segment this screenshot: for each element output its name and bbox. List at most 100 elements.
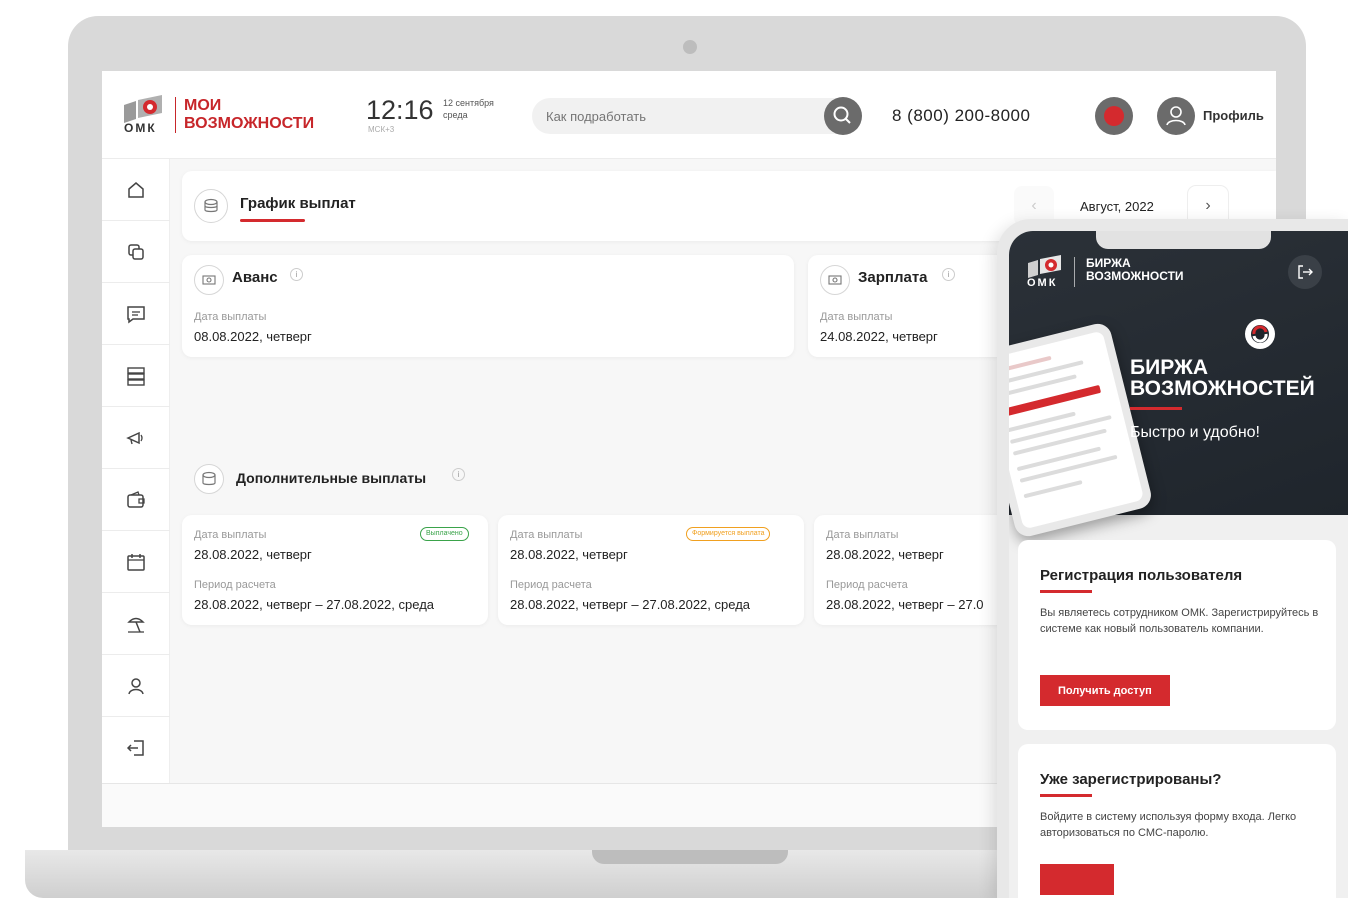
clock-timezone: МСК+3 xyxy=(368,125,395,134)
calendar-icon xyxy=(127,553,145,571)
login-card: Уже зарегистрированы? Войдите в систему … xyxy=(1018,744,1336,898)
extra-2-period-label: Период расчета xyxy=(510,579,592,591)
login-button[interactable] xyxy=(1040,864,1114,895)
clock-date-weekday: среда xyxy=(443,110,468,120)
extra-title: Дополнительные выплаты xyxy=(236,470,427,486)
alert-icon xyxy=(1104,106,1124,126)
sos-button[interactable] xyxy=(1095,97,1133,135)
schedule-title-underline xyxy=(240,219,305,222)
clock-date-day: 12 сентября xyxy=(443,98,494,108)
home-icon xyxy=(128,181,144,198)
phone-brand-line-2: ВОЗМОЖНОСТИ xyxy=(1086,269,1184,283)
omk-label: ОМК xyxy=(124,121,157,135)
salary-date-value: 24.08.2022, четверг xyxy=(820,329,938,344)
extra-3-date-label: Дата выплаты xyxy=(826,529,899,541)
registration-title: Регистрация пользователя xyxy=(1040,567,1243,584)
status-badge-paid: Выплачено xyxy=(420,527,469,541)
extra-icon-wrap xyxy=(194,464,224,494)
extra-3-period-value: 28.08.2022, четверг – 27.0 xyxy=(826,597,984,612)
user-avatar-icon xyxy=(1166,106,1186,126)
search-button[interactable] xyxy=(824,97,862,135)
laptop-camera xyxy=(683,40,697,54)
brand-title[interactable]: МОИ ВОЗМОЖНОСТИ xyxy=(184,97,314,133)
brand-line-1: МОИ xyxy=(184,97,222,114)
login-title: Уже зарегистрированы? xyxy=(1040,771,1222,788)
sidebar-item-logout[interactable] xyxy=(102,717,170,779)
advance-date-label: Дата выплаты xyxy=(194,311,267,323)
sidebar-item-vacation[interactable] xyxy=(102,593,170,655)
sidebar-item-list[interactable] xyxy=(102,345,170,407)
search-icon xyxy=(833,106,851,124)
money-stack-icon xyxy=(204,198,218,213)
sidebar-item-profile[interactable] xyxy=(102,655,170,717)
sidebar-item-wallet[interactable] xyxy=(102,469,170,531)
extra-2-period-value: 28.08.2022, четверг – 27.08.2022, среда xyxy=(510,597,751,612)
search-input[interactable] xyxy=(546,98,816,134)
copy-icon xyxy=(128,243,144,260)
extra-payment-card-2[interactable]: Дата выплаты Формируется выплата 28.08.2… xyxy=(498,515,804,625)
sidebar-item-news[interactable] xyxy=(102,407,170,469)
extra-3-period-label: Период расчета xyxy=(826,579,908,591)
registration-card: Регистрация пользователя Вы являетесь со… xyxy=(1018,540,1336,730)
sidebar xyxy=(102,159,170,783)
registration-underline xyxy=(1040,590,1092,593)
phone-logo-divider xyxy=(1074,257,1075,287)
salary-info-icon[interactable]: i xyxy=(942,268,955,281)
advance-icon-wrap xyxy=(194,265,224,295)
extra-3-date-value: 28.08.2022, четверг xyxy=(826,547,944,562)
phone-brand: БИРЖА ВОЗМОЖНОСТИ xyxy=(1086,257,1184,283)
search-bar xyxy=(532,97,862,135)
get-access-button[interactable]: Получить доступ xyxy=(1040,675,1170,706)
chat-icon xyxy=(127,305,145,323)
extra-payment-card-1[interactable]: Дата выплаты Выплачено 28.08.2022, четве… xyxy=(182,515,488,625)
clock-time: 12:16 xyxy=(366,95,434,125)
logout-icon xyxy=(126,740,144,756)
megaphone-icon xyxy=(126,431,143,444)
phone-omk-label: ОМК xyxy=(1027,277,1058,289)
hero-title-line-2: ВОЗМОЖНОСТЕЙ xyxy=(1130,377,1315,400)
brand-mark-icon xyxy=(1251,325,1269,343)
hero-phone-illustration-screen xyxy=(1009,330,1145,530)
phone-hero: ОМК БИРЖА ВОЗМОЖНОСТИ БИРЖА ВОЗМОЖНОСТЕЙ… xyxy=(1009,231,1348,540)
advance-card: Аванс i Дата выплаты 08.08.2022, четверг xyxy=(182,255,794,357)
status-badge-pending: Формируется выплата xyxy=(686,527,771,541)
profile-avatar[interactable] xyxy=(1157,97,1195,135)
hero-title: БИРЖА ВОЗМОЖНОСТЕЙ xyxy=(1130,357,1315,399)
current-month: Август, 2022 xyxy=(1080,199,1154,214)
registration-text: Вы являетесь сотрудником ОМК. Зарегистри… xyxy=(1040,607,1319,635)
clock-date: 12 сентября среда xyxy=(443,97,494,121)
schedule-icon-wrap xyxy=(194,189,228,223)
sidebar-item-home[interactable] xyxy=(102,159,170,221)
advance-title: Аванс xyxy=(232,269,278,286)
extra-1-period-value: 28.08.2022, четверг – 27.08.2022, среда xyxy=(194,597,435,612)
salary-icon-wrap xyxy=(820,265,850,295)
hero-underline xyxy=(1130,407,1182,410)
user-icon xyxy=(128,677,144,694)
login-underline xyxy=(1040,794,1092,797)
salary-title: Зарплата xyxy=(858,269,928,286)
sidebar-item-calendar[interactable] xyxy=(102,531,170,593)
laptop-notch xyxy=(592,850,788,864)
hotline-phone[interactable]: 8 (800) 200-8000 xyxy=(892,106,1030,126)
stage: ОМК МОИ ВОЗМОЖНОСТИ 12:16 МСК+3 12 сентя… xyxy=(0,0,1348,898)
phone-screen: ОМК БИРЖА ВОЗМОЖНОСТИ БИРЖА ВОЗМОЖНОСТЕЙ… xyxy=(1009,231,1348,898)
extra-1-date-value: 28.08.2022, четверг xyxy=(194,547,312,562)
app-header: ОМК МОИ ВОЗМОЖНОСТИ 12:16 МСК+3 12 сентя… xyxy=(102,71,1276,159)
schedule-title: График выплат xyxy=(240,195,356,212)
logo-divider xyxy=(175,97,176,133)
advance-info-icon[interactable]: i xyxy=(290,268,303,281)
sidebar-item-chat[interactable] xyxy=(102,283,170,345)
sidebar-item-copy[interactable] xyxy=(102,221,170,283)
hero-logo-badge xyxy=(1245,319,1275,349)
hero-subtitle: Быстро и удобно! xyxy=(1130,424,1260,441)
profile-link[interactable]: Профиль xyxy=(1203,108,1264,123)
hero-title-line-1: БИРЖА xyxy=(1130,356,1209,379)
banknote-icon xyxy=(828,275,842,285)
extra-info-icon[interactable]: i xyxy=(452,468,465,481)
phone-logout-button[interactable] xyxy=(1288,255,1322,289)
wallet-icon xyxy=(127,490,145,508)
extra-2-date-value: 28.08.2022, четверг xyxy=(510,547,628,562)
phone-notch xyxy=(1096,231,1271,249)
extra-1-date-label: Дата выплаты xyxy=(194,529,267,541)
extra-1-period-label: Период расчета xyxy=(194,579,276,591)
